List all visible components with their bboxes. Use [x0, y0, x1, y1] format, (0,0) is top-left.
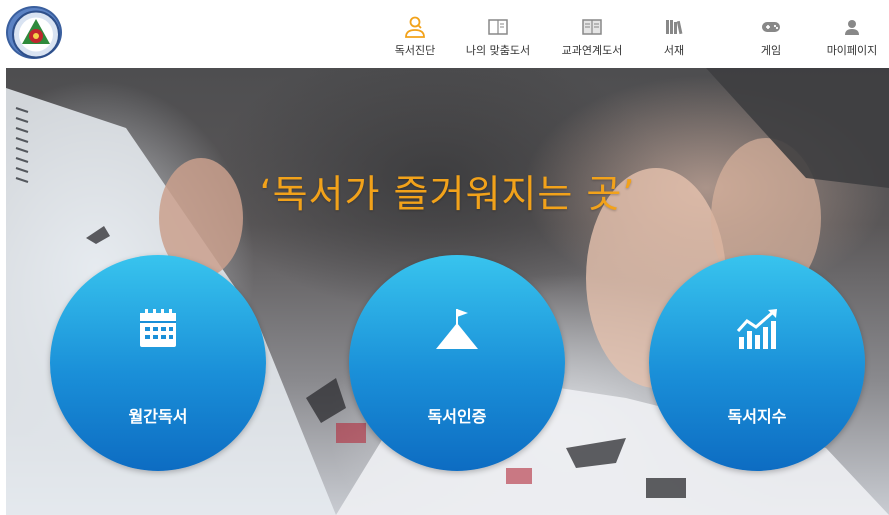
nav-label: 독서진단 — [394, 44, 436, 57]
circle-label: 독서인증 — [427, 407, 487, 426]
nav-game[interactable]: 게임 — [746, 16, 796, 62]
nav-label: 나의 맞춤도서 — [465, 44, 531, 57]
school-emblem-icon — [12, 10, 60, 59]
growth-chart-icon — [736, 309, 777, 349]
reading-index-button[interactable]: 독서지수 — [649, 255, 865, 471]
circle-label: 독서지수 — [727, 407, 787, 426]
reading-certification-button[interactable]: 독서인증 — [349, 255, 565, 471]
nav-curriculum-books[interactable]: 교과연계도서 — [550, 16, 634, 62]
book-icon — [582, 19, 602, 35]
nav-label: 교과연계도서 — [561, 44, 623, 57]
mountain-flag-icon — [436, 309, 478, 349]
bookshelf-icon — [666, 20, 683, 35]
nav-label: 마이페이지 — [826, 44, 878, 57]
circle-label: 월간독서 — [128, 407, 188, 426]
gamepad-icon — [762, 22, 780, 32]
open-book-icon — [488, 19, 508, 35]
nav-label: 게임 — [760, 44, 782, 57]
nav-label: 서재 — [663, 44, 685, 57]
nav-my-page[interactable]: 마이페이지 — [815, 16, 889, 62]
hero-banner: ‘독서가 즐거워지는 곳’ 월간독서 독서인증 독서지수 — [6, 68, 889, 515]
nav-bookshelf[interactable]: 서재 — [649, 16, 699, 62]
nav-reading-diagnosis[interactable]: 독서진단 — [385, 16, 445, 62]
search-person-icon — [405, 16, 425, 38]
top-header: 독서진단 나의 맞춤도서 교과연계도서 서재 게임 마이페이지 — [0, 0, 889, 68]
school-logo[interactable] — [6, 6, 62, 59]
main-navigation: 독서진단 나의 맞춤도서 교과연계도서 서재 게임 마이페이지 — [370, 16, 889, 64]
monthly-reading-button[interactable]: 월간독서 — [50, 255, 266, 471]
hero-slogan: ‘독서가 즐거워지는 곳’ — [259, 172, 636, 216]
nav-my-books[interactable]: 나의 맞춤도서 — [458, 16, 538, 62]
user-icon — [845, 20, 859, 35]
calendar-icon — [140, 309, 176, 347]
